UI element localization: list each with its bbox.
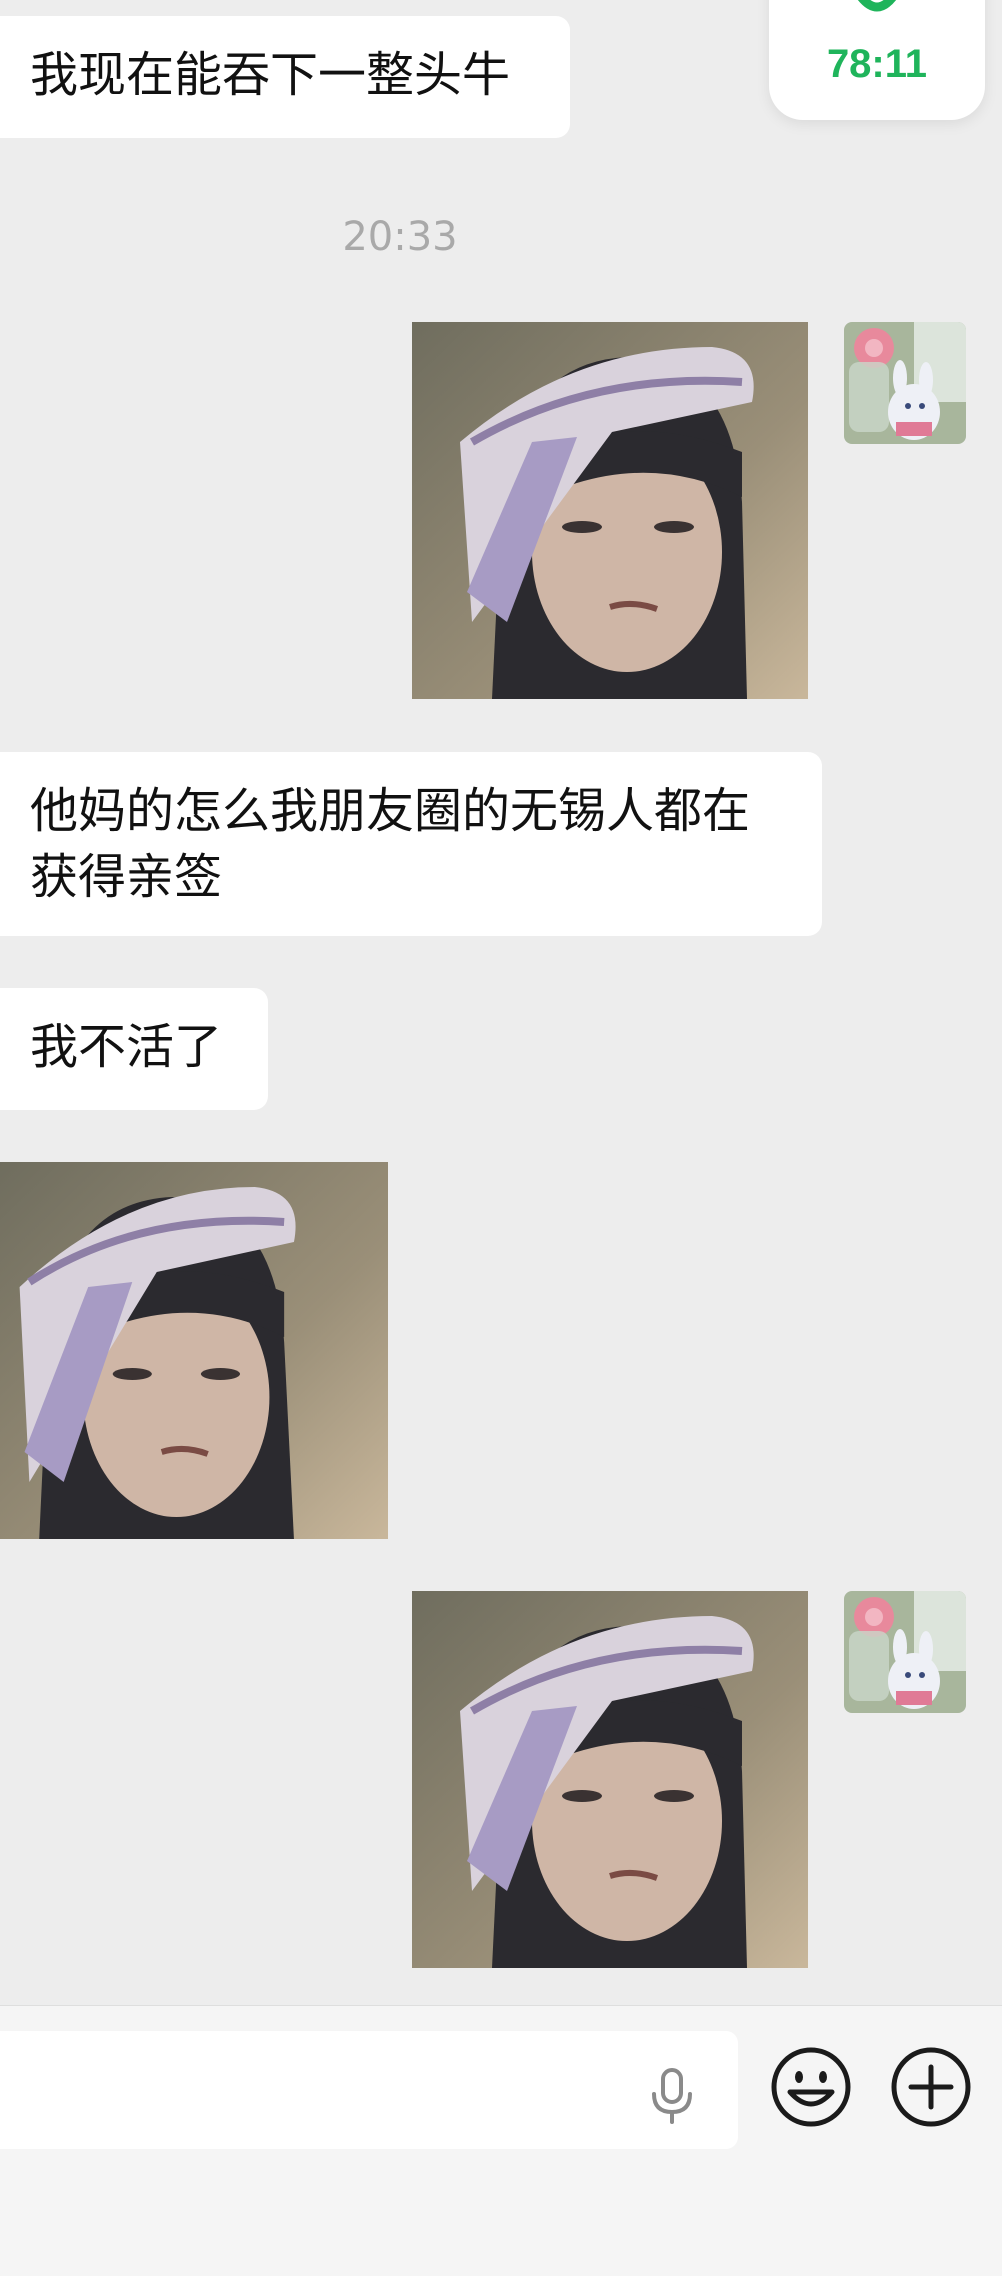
avatar[interactable]: [844, 1591, 966, 1713]
sticker-message-right[interactable]: [412, 1591, 808, 1968]
microphone-icon[interactable]: [648, 2068, 696, 2124]
sticker-message-right[interactable]: [412, 322, 808, 699]
message-bubble-left[interactable]: 他妈的怎么我朋友圈的无锡人都在获得亲签: [0, 752, 822, 936]
bunny-plush-avatar-icon: [844, 322, 966, 444]
avatar[interactable]: [844, 322, 966, 444]
message-text: 我不活了: [30, 1019, 223, 1075]
girl-headband-sticker: [412, 1591, 808, 1968]
message-bubble-left[interactable]: 我现在能吞下一整头牛: [0, 16, 570, 138]
emoji-button[interactable]: [770, 2046, 852, 2128]
message-text: 我现在能吞下一整头牛: [30, 47, 511, 103]
girl-headband-sticker: [0, 1162, 388, 1539]
more-button[interactable]: [890, 2046, 972, 2128]
plus-icon: [891, 2047, 971, 2127]
emoji-icon: [771, 2047, 851, 2127]
message-text: 他妈的怎么我朋友圈的无锡人都在获得亲签: [30, 783, 751, 905]
voice-call-floating-card[interactable]: 78:11: [769, 0, 985, 120]
call-duration: 78:11: [826, 42, 928, 86]
bunny-plush-avatar-icon: [844, 1591, 966, 1713]
message-input[interactable]: [0, 2031, 738, 2149]
chat-timestamp: 20:33: [342, 214, 458, 260]
girl-headband-sticker: [412, 322, 808, 699]
sticker-message-left[interactable]: [0, 1162, 388, 1539]
message-bubble-left[interactable]: 我不活了: [0, 988, 268, 1110]
chat-input-bar: [0, 2005, 1002, 2276]
phone-icon: [858, 0, 896, 12]
